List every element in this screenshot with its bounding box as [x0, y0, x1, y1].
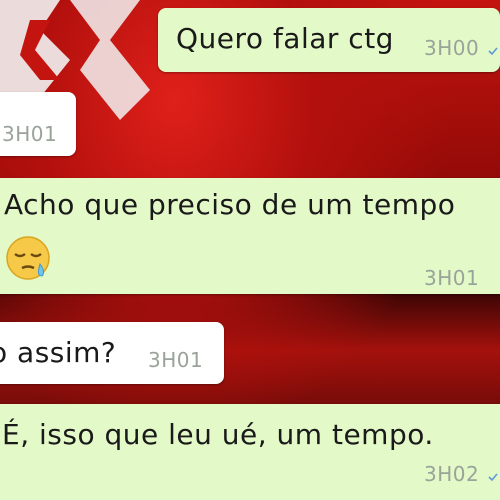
message-timestamp: 3H01 — [148, 348, 204, 372]
message-bubble-outgoing[interactable]: Acho que preciso de um tempo 3H01 — [0, 178, 500, 294]
message-timestamp: 3H00 — [424, 36, 480, 60]
message-text: o assim? — [0, 336, 117, 369]
sleepy-face-emoji — [6, 236, 50, 280]
message-text: Acho que preciso de um tempo — [4, 188, 456, 221]
sent-check-icon — [488, 473, 498, 482]
message-timestamp: 3H01 — [424, 266, 480, 290]
message-text: É, isso que leu ué, um tempo. — [2, 418, 434, 451]
message-bubble-incoming[interactable]: o assim? 3H01 — [0, 322, 224, 384]
message-timestamp: 3H02 — [424, 462, 480, 486]
sent-check-icon — [488, 47, 498, 56]
message-bubble-outgoing[interactable]: É, isso que leu ué, um tempo. 3H02 — [0, 404, 500, 500]
message-bubble-incoming[interactable]: 3H01 — [0, 92, 76, 156]
message-text: Quero falar ctg — [176, 22, 394, 55]
message-timestamp: 3H01 — [2, 122, 58, 146]
message-bubble-outgoing[interactable]: Quero falar ctg 3H00 — [158, 8, 500, 72]
